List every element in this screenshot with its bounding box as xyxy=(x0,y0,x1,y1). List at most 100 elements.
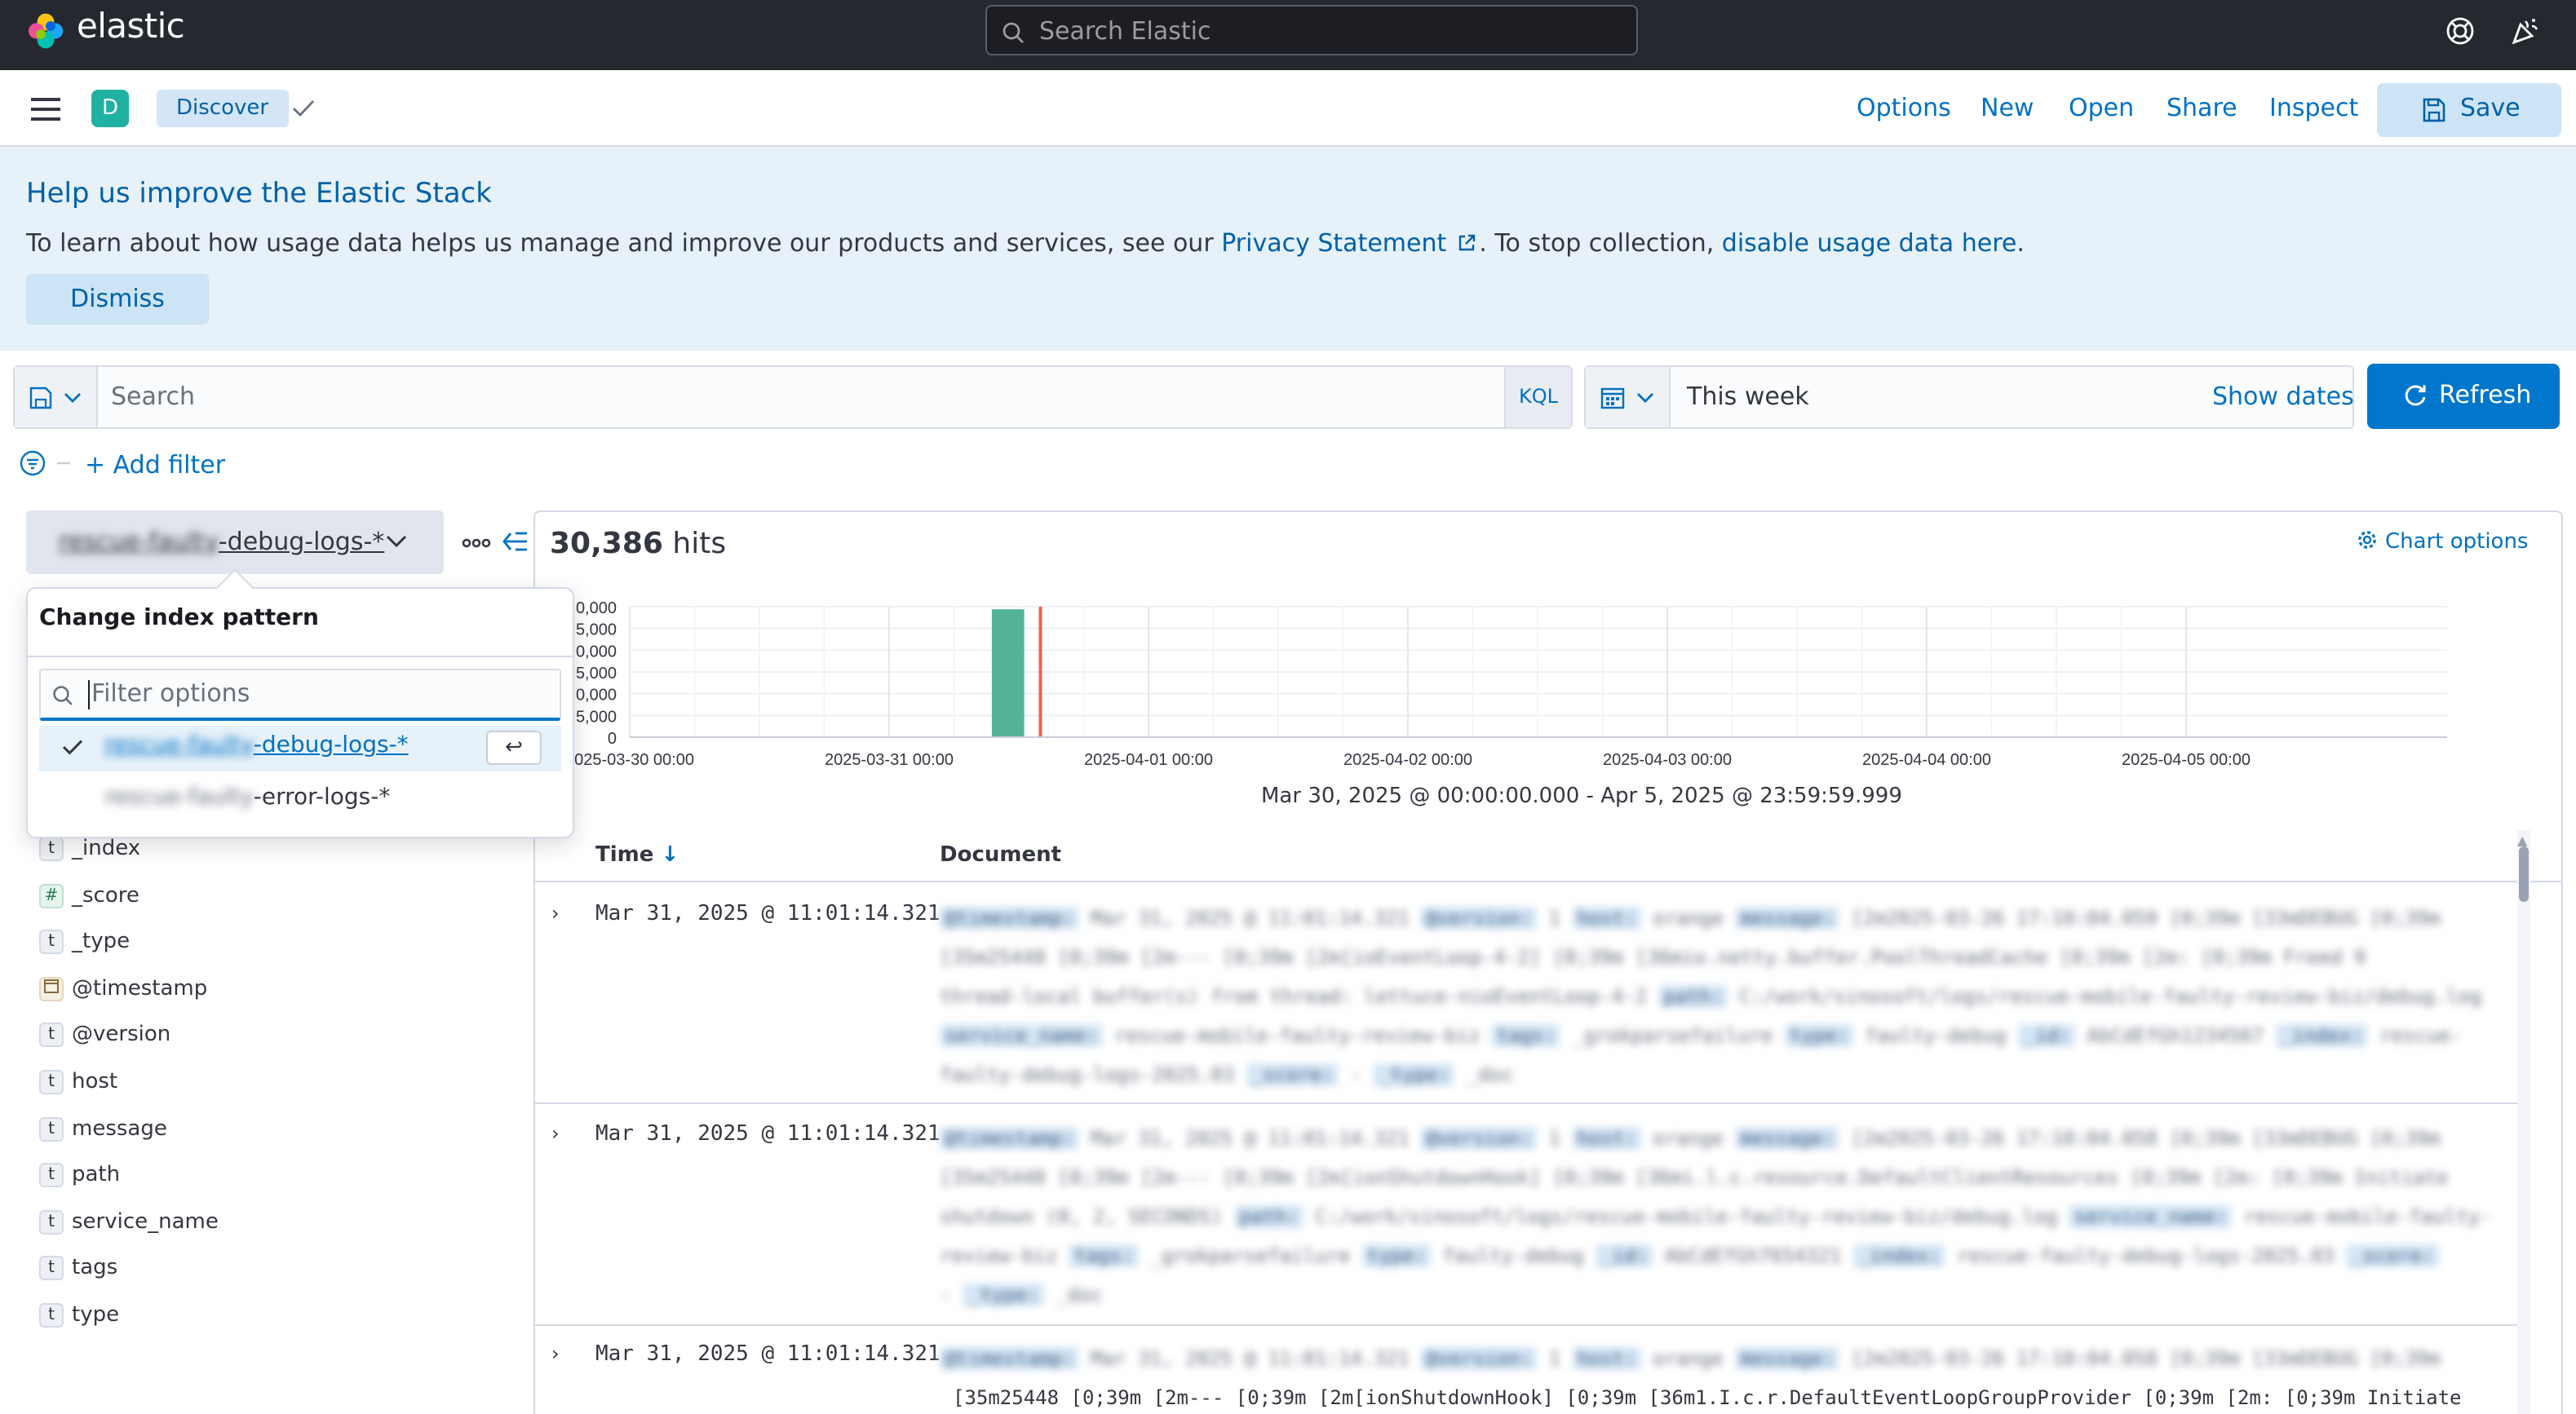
field-name: message xyxy=(72,1116,167,1142)
number-field-icon: # xyxy=(39,883,64,908)
disable-usage-data-link[interactable]: disable usage data here xyxy=(1722,228,2017,258)
field-name: tags xyxy=(72,1256,118,1281)
chevron-down-icon[interactable] xyxy=(385,533,408,550)
filter-options-placeholder: Filter options xyxy=(91,678,250,708)
privacy-statement-link[interactable]: Privacy Statement xyxy=(1221,228,1446,258)
callout-text-part: . xyxy=(2016,228,2025,258)
collapse-sidebar-icon[interactable] xyxy=(502,530,529,553)
field-name: _type xyxy=(72,930,131,955)
elastic-logo-icon[interactable] xyxy=(26,11,65,51)
breadcrumb-discover[interactable]: Discover xyxy=(157,90,289,127)
histogram-date-range: Mar 30, 2025 @ 00:00:00.000 - Apr 5, 202… xyxy=(1261,784,1902,809)
field-item[interactable]: t host xyxy=(39,1070,117,1094)
string-field-icon: t xyxy=(39,837,64,861)
y-tick-label: 5,000 xyxy=(576,665,617,683)
dismiss-button[interactable]: Dismiss xyxy=(26,274,209,325)
refresh-icon xyxy=(2405,385,2426,406)
x-tick-label: 2025-04-05 00:00 xyxy=(2122,751,2251,769)
field-item[interactable]: t tags xyxy=(39,1256,118,1281)
nav-inspect[interactable]: Inspect xyxy=(2269,93,2358,122)
redacted-text: @timestamp: Mar 31, 2025 @ 11:01:14.321 … xyxy=(940,1119,2506,1158)
field-item[interactable]: t _index xyxy=(39,837,140,861)
column-header-time[interactable]: Time ↓ xyxy=(595,843,679,868)
string-field-icon: t xyxy=(39,1256,64,1281)
x-tick-label: 2025-04-03 00:00 xyxy=(1603,751,1732,769)
x-tick-label: 2025-03-30 00:00 xyxy=(565,751,694,769)
enter-key-icon: ↩ xyxy=(486,731,542,765)
nav-open[interactable]: Open xyxy=(2069,93,2134,122)
string-field-icon: t xyxy=(39,930,64,955)
hits-counter: 30,386 hits xyxy=(550,527,726,561)
nav-share[interactable]: Share xyxy=(2167,93,2237,122)
date-field-icon xyxy=(39,976,64,1001)
space-avatar[interactable]: D xyxy=(91,90,129,127)
save-button[interactable]: Save xyxy=(2377,83,2561,137)
column-time-label: Time xyxy=(595,843,654,868)
field-item[interactable]: # _score xyxy=(39,883,139,908)
saved-query-button[interactable] xyxy=(15,367,98,427)
time-range-value[interactable]: This week xyxy=(1687,382,1809,411)
index-pattern-label[interactable]: rescue-faulty-debug-logs-* xyxy=(59,527,384,556)
index-pattern-option-label[interactable]: rescue-faulty-debug-logs-* xyxy=(104,732,409,758)
callout-text-part: To learn about how usage data helps us m… xyxy=(26,228,1222,258)
kql-toggle-button[interactable]: KQL xyxy=(1504,367,1571,427)
menu-icon[interactable] xyxy=(31,98,60,121)
filter-options-icon[interactable] xyxy=(20,450,75,476)
table-scrollbar[interactable] xyxy=(2517,830,2530,1414)
check-icon xyxy=(62,740,83,755)
add-filter-button[interactable]: + Add filter xyxy=(85,450,225,479)
redacted-text: faulty-debug-logs-2025.03 _score: - _typ… xyxy=(940,1063,1514,1086)
histogram-bar[interactable] xyxy=(991,609,1025,737)
field-name: _index xyxy=(72,837,141,861)
string-field-icon: t xyxy=(39,1209,64,1235)
newsfeed-icon[interactable] xyxy=(2511,16,2540,46)
y-tick-label: 0,000 xyxy=(576,599,617,617)
row-time: Mar 31, 2025 @ 11:01:14.321 xyxy=(595,1122,941,1147)
expand-row-icon[interactable]: › xyxy=(551,902,560,925)
hits-count: 30,386 xyxy=(550,527,663,561)
redacted-text: [35m25448 [0;39m [2m--- [0;39m [2m[ionSh… xyxy=(940,1166,2449,1189)
expand-row-icon[interactable]: › xyxy=(551,1342,560,1365)
field-item[interactable]: @timestamp xyxy=(39,976,207,1001)
field-item[interactable]: t message xyxy=(39,1116,167,1142)
doc-table-header xyxy=(535,830,2561,882)
chevron-down-icon xyxy=(1637,393,1653,403)
global-search-input[interactable]: Search Elastic xyxy=(985,5,1638,55)
field-item[interactable]: t service_name xyxy=(39,1209,219,1235)
brand-name[interactable]: elastic xyxy=(77,7,185,46)
field-item[interactable]: t path xyxy=(39,1163,121,1188)
field-name: host xyxy=(72,1070,118,1094)
x-tick-label: 2025-03-31 00:00 xyxy=(825,751,954,769)
table-scrollbar-thumb[interactable] xyxy=(2519,846,2529,902)
chart-options-button[interactable]: Chart options xyxy=(2357,530,2529,555)
x-tick-label: 2025-04-02 00:00 xyxy=(1343,751,1472,769)
show-dates-button[interactable]: Show dates xyxy=(2212,382,2354,411)
hits-histogram-chart[interactable]: 0,000 5,000 0,000 5,000 0,000 5,000 0 2025-03-3… xyxy=(555,594,2480,776)
redacted-text: [35m25448 [0;39m [2m--- [0;39m [2m[ioEve… xyxy=(940,946,2366,969)
nav-options[interactable]: Options xyxy=(1857,93,1951,122)
index-pattern-option-label[interactable]: rescue-faulty-error-logs-* xyxy=(104,784,390,811)
expand-row-icon[interactable]: › xyxy=(551,1122,560,1145)
redacted-text: review-biz tags: _grokparsefailure type:… xyxy=(940,1236,2506,1275)
refresh-button[interactable]: Refresh xyxy=(2367,364,2560,429)
help-icon[interactable] xyxy=(2445,16,2475,46)
x-tick-label: 2025-04-04 00:00 xyxy=(1862,751,1991,769)
option-suffix: -error-logs-* xyxy=(253,784,391,811)
field-name: service_name xyxy=(72,1209,219,1235)
field-name: path xyxy=(72,1163,121,1188)
popover-divider xyxy=(26,656,574,657)
field-item[interactable]: t @version xyxy=(39,1023,170,1048)
row-document: @timestamp: Mar 31, 2025 @ 11:01:14.321 … xyxy=(940,1339,2506,1414)
row-document-line: [35m25448 [0;39m [2m--- [0;39m [2m[ionSh… xyxy=(953,1386,2462,1409)
nav-new[interactable]: New xyxy=(1981,93,2034,122)
chevron-down-icon xyxy=(64,393,81,403)
quick-select-button[interactable] xyxy=(1586,367,1671,427)
field-item[interactable]: t type xyxy=(39,1303,119,1328)
field-item[interactable]: t _type xyxy=(39,930,131,955)
y-tick-label: 0,000 xyxy=(576,687,617,705)
query-search-input[interactable]: Search xyxy=(111,382,195,411)
save-icon xyxy=(2423,98,2445,122)
chart-options-label: Chart options xyxy=(2385,530,2529,555)
more-options-icon[interactable] xyxy=(462,537,491,550)
sort-down-icon[interactable]: ↓ xyxy=(661,843,679,868)
